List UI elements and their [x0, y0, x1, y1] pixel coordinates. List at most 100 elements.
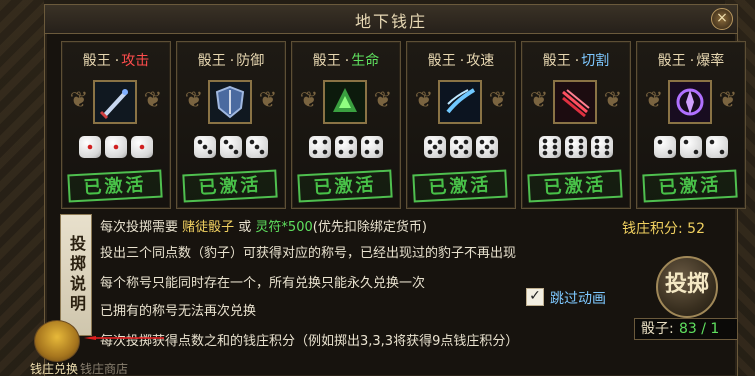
title-card-1[interactable]: 骰王 · 攻击 ❦ ❦ 已激活 [61, 41, 171, 209]
speed-icon [438, 80, 482, 124]
drop-icon [668, 80, 712, 124]
card-title-prefix: 骰王 [427, 53, 456, 69]
bank-shop-label[interactable]: 钱庄商店 [80, 360, 128, 376]
dice-row [637, 136, 745, 162]
card-title-separator: · [344, 53, 350, 69]
ornament-right-icon: ❦ [258, 88, 278, 113]
card-title: 骰王 · 攻速 [407, 50, 515, 70]
gambler-dice-text: 赌徒骰子 [182, 220, 235, 235]
die-icon [476, 136, 498, 158]
rule-text: 或 [234, 220, 256, 235]
ornament-left-icon: ❦ [644, 88, 664, 113]
ornament-left-icon: ❦ [414, 88, 434, 113]
title-card-2[interactable]: 骰王 · 防御 ❦ ❦ 已激活 [176, 41, 286, 209]
card-title-stat: 防御 [236, 53, 265, 69]
red-arrow-icon [84, 336, 164, 340]
title-card-3[interactable]: 骰王 · 生命 ❦ ❦ 已激活 [291, 41, 401, 209]
bank-exchange-button[interactable]: 钱庄兑换 钱庄商店 [30, 318, 128, 376]
dice-row [292, 136, 400, 162]
activated-stamp: 已激活 [67, 169, 163, 203]
die-icon [131, 136, 153, 158]
card-title-prefix: 骰王 [197, 53, 226, 69]
die-icon [591, 136, 613, 158]
rule-line-1: 每次投掷需要 赌徒骰子 或 灵符*500(优先扣除绑定货币) [100, 216, 427, 235]
rule-text: 每次投掷需要 [100, 220, 183, 235]
bank-exchange-label: 钱庄兑换 [30, 362, 79, 376]
title-card-4[interactable]: 骰王 · 攻速 ❦ ❦ 已激活 [406, 41, 516, 209]
roll-button[interactable]: 投掷 [656, 256, 718, 318]
game-screen: 地下钱庄 × 骰王 · 攻击 ❦ ❦ 已激活 骰王 · 防御 ❦ ❦ 已激活 骰王 · 生命 ❦ ❦ 已激活 骰王 ·… [0, 0, 755, 376]
rule-line-3: 每个称号只能同时存在一个，所有兑换只能永久兑换一次 [100, 276, 426, 291]
dice-row [62, 136, 170, 162]
ornament-left-icon: ❦ [299, 88, 319, 113]
rule-line-2: 投出三个同点数（豹子）可获得对应的称号，已经出现过的豹子不再出现 [100, 246, 517, 261]
card-title-separator: · [459, 53, 465, 69]
die-icon [450, 136, 472, 158]
die-icon [246, 136, 268, 158]
card-title-stat: 生命 [351, 53, 380, 69]
gold-pot-icon [34, 320, 80, 362]
die-icon [539, 136, 561, 158]
die-icon [335, 136, 357, 158]
ornament-right-icon: ❦ [718, 88, 738, 113]
talisman-text: 灵符*500 [255, 220, 313, 235]
ornament-left-icon: ❦ [69, 88, 89, 113]
dice-count-label: 骰子: [641, 321, 674, 337]
die-icon [706, 136, 728, 158]
title-card-6[interactable]: 骰王 · 爆率 ❦ ❦ 已激活 [636, 41, 746, 209]
card-title-separator: · [229, 53, 235, 69]
title-bar: 地下钱庄 × [45, 5, 737, 34]
card-title-prefix: 骰王 [542, 53, 571, 69]
title-cards: 骰王 · 攻击 ❦ ❦ 已激活 骰王 · 防御 ❦ ❦ 已激活 骰王 · 生命 ❦ ❦ 已激活 骰王 · 攻速 ❦ ❦ 已激活… [61, 41, 746, 211]
title-card-5[interactable]: 骰王 · 切割 ❦ ❦ 已激活 [521, 41, 631, 209]
cut-icon [553, 80, 597, 124]
card-title: 骰王 · 防御 [177, 50, 285, 70]
ornament-right-icon: ❦ [488, 88, 508, 113]
window-title: 地下钱庄 [354, 12, 427, 31]
card-title-separator: · [574, 53, 580, 69]
activated-stamp: 已激活 [527, 169, 623, 203]
close-button[interactable]: × [711, 8, 733, 30]
card-title: 骰王 · 爆率 [637, 50, 745, 70]
die-icon [309, 136, 331, 158]
ornament-right-icon: ❦ [603, 88, 623, 113]
die-icon [361, 136, 383, 158]
card-title-prefix: 骰王 [82, 53, 111, 69]
sword-icon [93, 80, 137, 124]
bank-score: 钱庄积分: 52 [622, 218, 705, 238]
card-title: 骰王 · 切割 [522, 50, 630, 70]
die-icon [105, 136, 127, 158]
card-title-separator: · [114, 53, 120, 69]
card-title-separator: · [689, 53, 695, 69]
die-icon [220, 136, 242, 158]
die-icon [194, 136, 216, 158]
card-title-stat: 攻击 [121, 53, 150, 69]
shield-icon [208, 80, 252, 124]
bank-score-value: 52 [687, 221, 705, 237]
skip-animation-label[interactable]: 跳过动画 [550, 288, 606, 308]
die-icon [565, 136, 587, 158]
card-title-stat: 切割 [581, 53, 610, 69]
dice-count-value: 83 / 1 [679, 321, 720, 337]
dice-row [177, 136, 285, 162]
die-icon [654, 136, 676, 158]
activated-stamp: 已激活 [182, 169, 278, 203]
ornament-left-icon: ❦ [184, 88, 204, 113]
card-title-prefix: 骰王 [657, 53, 686, 69]
die-icon [79, 136, 101, 158]
activated-stamp: 已激活 [297, 169, 393, 203]
ornament-right-icon: ❦ [373, 88, 393, 113]
life-icon [323, 80, 367, 124]
die-icon [680, 136, 702, 158]
lower-panel: 投掷说明 每次投掷需要 赌徒骰子 或 灵符*500(优先扣除绑定货币) 投出三个… [44, 214, 738, 376]
card-title: 骰王 · 攻击 [62, 50, 170, 70]
card-title-stat: 爆率 [696, 53, 725, 69]
bank-score-label: 钱庄积分: [622, 221, 688, 237]
dice-count-box: 骰子: 83 / 1 [634, 318, 738, 340]
skip-animation-checkbox[interactable]: ✓ [526, 288, 544, 306]
card-title-prefix: 骰王 [312, 53, 341, 69]
dice-row [407, 136, 515, 162]
card-title-stat: 攻速 [466, 53, 495, 69]
activated-stamp: 已激活 [642, 169, 738, 203]
activated-stamp: 已激活 [412, 169, 508, 203]
